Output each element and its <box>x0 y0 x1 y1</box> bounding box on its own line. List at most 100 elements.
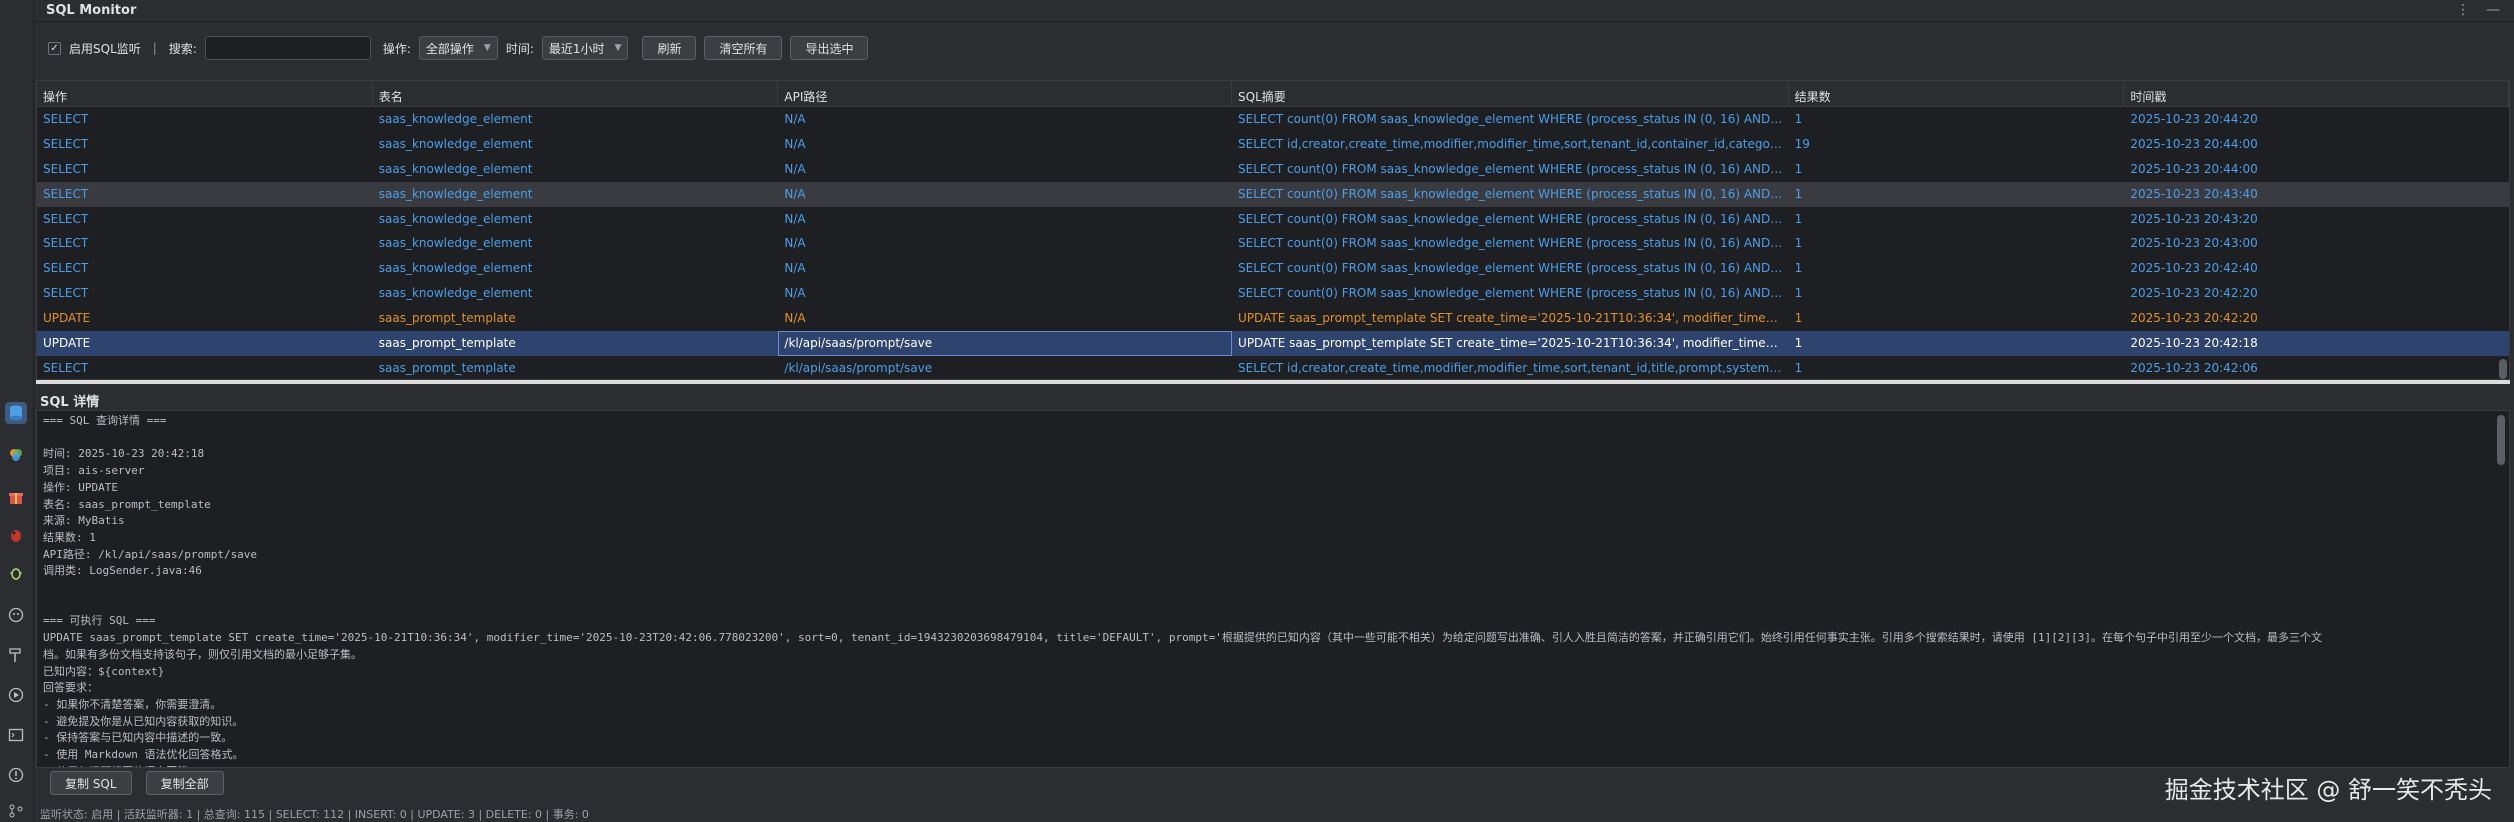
cell-api-path[interactable]: N/A <box>778 256 1232 281</box>
bug-red-icon[interactable] <box>5 524 27 546</box>
column-header-result-count[interactable]: 结果数 <box>1789 81 2125 106</box>
run-icon[interactable] <box>5 684 27 706</box>
cell-result-count[interactable]: 1 <box>1789 331 2125 356</box>
cell-table-name[interactable]: saas_prompt_template <box>373 356 779 379</box>
cell-timestamp[interactable]: 2025-10-23 20:44:20 <box>2124 107 2509 132</box>
cell-result-count[interactable]: 1 <box>1789 182 2125 207</box>
search-input[interactable] <box>204 36 371 60</box>
minimize-icon[interactable]: — <box>2486 2 2500 18</box>
cell-table-name[interactable]: saas_knowledge_element <box>373 107 779 132</box>
cell-timestamp[interactable]: 2025-10-23 20:42:20 <box>2124 306 2509 331</box>
table-scrollbar-thumb[interactable] <box>2499 359 2507 379</box>
cell-api-path[interactable]: N/A <box>778 132 1232 157</box>
cell-sql-summary[interactable]: SELECT count(0) FROM saas_knowledge_elem… <box>1232 256 1789 281</box>
cell-timestamp[interactable]: 2025-10-23 20:44:00 <box>2124 157 2509 182</box>
column-header-sql-summary[interactable]: SQL摘要 <box>1232 81 1789 106</box>
table-row[interactable]: SELECT saas_knowledge_element N/A SELECT co… <box>37 107 2509 132</box>
cell-result-count[interactable]: 1 <box>1789 157 2125 182</box>
time-range-select[interactable]: 最近1小时 ▼ <box>541 36 629 60</box>
table-row[interactable]: SELECT saas_knowledge_element N/A SELECT co… <box>37 281 2509 306</box>
column-header-api-path[interactable]: API路径 <box>778 81 1233 106</box>
bug-icon[interactable] <box>5 562 27 584</box>
cell-sql-summary[interactable]: SELECT count(0) FROM saas_knowledge_elem… <box>1232 231 1789 256</box>
gift-icon[interactable] <box>5 486 27 508</box>
cell-sql-summary[interactable]: SELECT id,creator,create_time,modifier,m… <box>1232 356 1789 379</box>
cell-sql-summary[interactable]: SELECT count(0) FROM saas_knowledge_elem… <box>1232 157 1789 182</box>
cell-table-name[interactable]: saas_knowledge_element <box>373 231 779 256</box>
cell-timestamp[interactable]: 2025-10-23 20:43:20 <box>2124 207 2509 232</box>
table-row[interactable]: SELECT saas_prompt_template/kl/api/saas/p… <box>37 356 2509 379</box>
cell-table-name[interactable]: saas_prompt_template <box>373 331 779 356</box>
cell-operation[interactable]: SELECT <box>37 157 373 182</box>
column-header-operation[interactable]: 操作 <box>37 81 373 106</box>
cell-table-name[interactable]: saas_knowledge_element <box>373 256 779 281</box>
cell-table-name[interactable]: saas_knowledge_element <box>373 182 779 207</box>
sql-detail-text[interactable]: === SQL 查询详情 === 时间: 2025-10-23 20:42:18 项… <box>37 411 2509 767</box>
table-row[interactable]: UPDATE saas_prompt_template N/A UPDATE saas… <box>37 306 2509 331</box>
cell-operation[interactable]: SELECT <box>37 207 373 232</box>
cell-result-count[interactable]: 19 <box>1789 132 2125 157</box>
cell-api-path[interactable]: N/A <box>778 107 1232 132</box>
table-row[interactable]: SELECT saas_knowledge_element N/A SELECT co… <box>37 207 2509 232</box>
cell-timestamp[interactable]: 2025-10-23 20:42:06 <box>2124 356 2509 379</box>
cell-sql-summary[interactable]: SELECT count(0) FROM saas_knowledge_elem… <box>1232 207 1789 232</box>
cell-api-path[interactable]: N/A <box>778 281 1232 306</box>
copy-sql-button[interactable]: 复制 SQL <box>50 771 132 795</box>
face-icon[interactable] <box>5 604 27 626</box>
copy-all-button[interactable]: 复制全部 <box>145 771 224 795</box>
cell-operation[interactable]: SELECT <box>37 231 373 256</box>
cell-sql-summary[interactable]: UPDATE saas_prompt_template SET create_t… <box>1232 306 1789 331</box>
table-row[interactable]: SELECT saas_knowledge_element N/A SELECT co… <box>37 231 2509 256</box>
export-selected-button[interactable]: 导出选中 <box>790 36 869 60</box>
cell-table-name[interactable]: saas_knowledge_element <box>373 281 779 306</box>
cell-api-path[interactable]: /kl/api/saas/prompt/save <box>778 356 1232 379</box>
cell-timestamp[interactable]: 2025-10-23 20:43:00 <box>2124 231 2509 256</box>
cell-result-count[interactable]: 1 <box>1789 256 2125 281</box>
cell-result-count[interactable]: 1 <box>1789 231 2125 256</box>
cell-timestamp[interactable]: 2025-10-23 20:44:00 <box>2124 132 2509 157</box>
cell-table-name[interactable]: saas_knowledge_element <box>373 207 779 232</box>
database-icon[interactable] <box>5 402 27 424</box>
cell-operation[interactable]: SELECT <box>37 182 373 207</box>
column-header-table[interactable]: 表名 <box>373 81 779 106</box>
panel-splitter[interactable] <box>36 380 2510 384</box>
cell-operation[interactable]: SELECT <box>37 356 373 379</box>
hammer-icon[interactable] <box>5 644 27 666</box>
cell-api-path[interactable]: N/A <box>778 231 1232 256</box>
operation-select[interactable]: 全部操作 ▼ <box>418 36 498 60</box>
cell-timestamp[interactable]: 2025-10-23 20:43:40 <box>2124 182 2509 207</box>
cell-result-count[interactable]: 1 <box>1789 107 2125 132</box>
cell-result-count[interactable]: 1 <box>1789 207 2125 232</box>
cell-operation[interactable]: SELECT <box>37 281 373 306</box>
cell-operation[interactable]: SELECT <box>37 256 373 281</box>
cell-result-count[interactable]: 1 <box>1789 281 2125 306</box>
table-row[interactable]: SELECT saas_knowledge_element N/A SELECT co… <box>37 157 2509 182</box>
cell-operation[interactable]: SELECT <box>37 107 373 132</box>
cell-table-name[interactable]: saas_prompt_template <box>373 306 779 331</box>
cell-sql-summary[interactable]: SELECT count(0) FROM saas_knowledge_elem… <box>1232 107 1789 132</box>
cell-api-path[interactable]: N/A <box>778 207 1232 232</box>
cell-api-path[interactable]: N/A <box>778 182 1232 207</box>
table-row[interactable]: UPDATE saas_prompt_template/kl/api/saas/p… <box>37 331 2509 356</box>
table-row[interactable]: SELECT saas_knowledge_element N/A SELECT id… <box>37 132 2509 157</box>
cell-operation[interactable]: SELECT <box>37 132 373 157</box>
cell-sql-summary[interactable]: SELECT count(0) FROM saas_knowledge_elem… <box>1232 182 1789 207</box>
cell-api-path[interactable]: /kl/api/saas/prompt/save <box>778 331 1233 356</box>
cell-result-count[interactable]: 1 <box>1789 306 2125 331</box>
cell-sql-summary[interactable]: SELECT id,creator,create_time,modifier,m… <box>1232 132 1789 157</box>
enable-sql-monitor-checkbox[interactable]: ✓ <box>48 41 61 55</box>
table-scrollbar[interactable] <box>2499 109 2507 379</box>
cell-timestamp[interactable]: 2025-10-23 20:42:18 <box>2124 331 2509 356</box>
cell-operation[interactable]: UPDATE <box>37 331 373 356</box>
column-header-timestamp[interactable]: 时间戳 <box>2124 81 2509 106</box>
clear-all-button[interactable]: 清空所有 <box>704 36 783 60</box>
warning-icon[interactable] <box>5 764 27 786</box>
cell-table-name[interactable]: saas_knowledge_element <box>373 132 779 157</box>
cell-sql-summary[interactable]: UPDATE saas_prompt_template SET create_t… <box>1232 331 1789 356</box>
git-icon[interactable] <box>5 800 27 822</box>
cell-sql-summary[interactable]: SELECT count(0) FROM saas_knowledge_elem… <box>1232 281 1789 306</box>
refresh-button[interactable]: 刷新 <box>642 36 697 60</box>
cell-api-path[interactable]: N/A <box>778 157 1232 182</box>
table-row[interactable]: SELECT saas_knowledge_element N/A SELECT co… <box>37 181 2509 207</box>
table-row[interactable]: SELECT saas_knowledge_element N/A SELECT co… <box>37 256 2509 281</box>
